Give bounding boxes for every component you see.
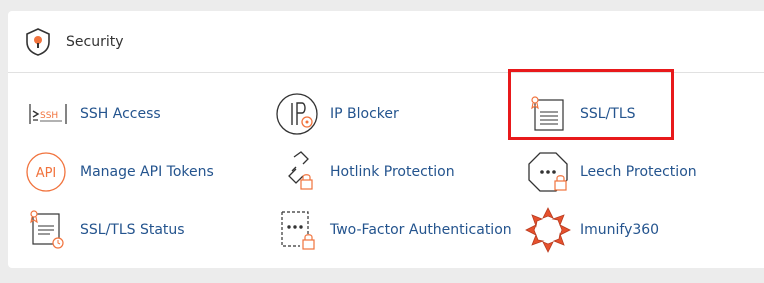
- svg-text:API: API: [36, 166, 57, 181]
- ssh-access-label: SSH Access: [80, 106, 161, 122]
- imunify360-link[interactable]: Imunify360: [524, 206, 724, 254]
- shield-icon: [26, 28, 50, 56]
- imunify360-label: Imunify360: [580, 222, 660, 238]
- ip-blocker-link[interactable]: IP Blocker: [274, 90, 474, 138]
- ip-blocker-icon: [276, 93, 318, 135]
- manage-api-tokens-label: Manage API Tokens: [80, 164, 214, 180]
- api-icon: API: [26, 152, 66, 192]
- security-section-header[interactable]: Security: [8, 11, 764, 73]
- ssh-access-link[interactable]: SSH SSH Access: [24, 90, 224, 138]
- ssl-status-icon: [30, 210, 64, 249]
- ssl-tls-highlight-frame: [508, 69, 674, 140]
- broken-chain-lock-icon: [288, 151, 313, 190]
- security-panel: Security SSH SSH Access IP Blocker SSL/T…: [8, 11, 764, 268]
- hotlink-protection-link[interactable]: Hotlink Protection: [274, 148, 494, 196]
- leech-protection-link[interactable]: Leech Protection: [524, 148, 744, 196]
- octagon-password-icon: [528, 152, 568, 192]
- two-factor-lock-icon: [281, 211, 315, 250]
- two-factor-authentication-link[interactable]: Two-Factor Authentication: [274, 206, 514, 254]
- leech-protection-label: Leech Protection: [580, 164, 697, 180]
- imunify360-icon: [525, 207, 571, 253]
- ssl-tls-status-link[interactable]: SSL/TLS Status: [24, 206, 224, 254]
- hotlink-protection-label: Hotlink Protection: [330, 164, 455, 180]
- two-factor-authentication-label: Two-Factor Authentication: [330, 222, 512, 238]
- manage-api-tokens-link[interactable]: API Manage API Tokens: [24, 148, 244, 196]
- section-title: Security: [66, 34, 124, 50]
- ssh-terminal-icon: SSH: [29, 104, 67, 124]
- svg-text:SSH: SSH: [40, 111, 58, 121]
- ip-blocker-label: IP Blocker: [330, 106, 399, 122]
- ssl-tls-status-label: SSL/TLS Status: [80, 222, 185, 238]
